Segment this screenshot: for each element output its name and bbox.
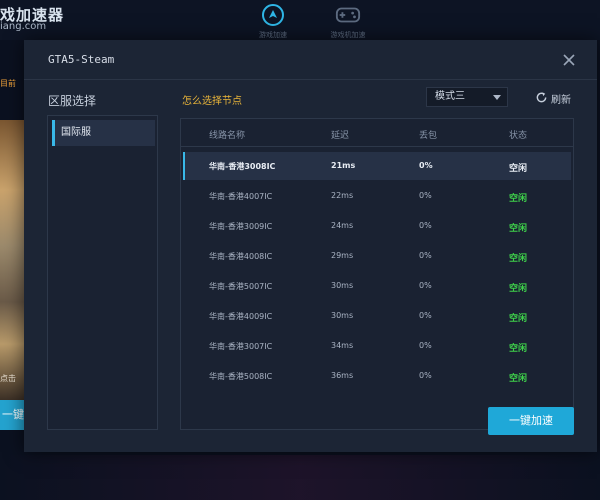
cell-packet-loss: 0% [419, 161, 433, 170]
refresh-icon [535, 89, 548, 108]
cell-latency: 36ms [331, 371, 354, 380]
cell-status: 空闲 [509, 284, 528, 294]
nav-label: 游戏加速 [259, 31, 287, 39]
one-click-accelerate-button[interactable]: 一键加速 [488, 407, 574, 435]
cell-status: 空闲 [509, 374, 528, 384]
cell-status: 空闲 [509, 254, 528, 264]
nav-label: 游戏机加速 [330, 31, 366, 39]
cell-status: 空闲 [509, 164, 528, 174]
dialog-title: GTA5-Steam [48, 53, 115, 66]
region-list: 国际服 [47, 115, 158, 430]
cell-latency: 21ms [331, 161, 356, 170]
table-header: 线路名称 延迟 丢包 状态 [181, 119, 573, 147]
table-row[interactable]: 华南-香港4009IC 30ms 0% 空闲 [183, 302, 571, 330]
cell-latency: 29ms [331, 251, 354, 260]
dialog-header: GTA5-Steam [24, 40, 597, 80]
node-table: 线路名称 延迟 丢包 状态 华南-香港3008IC 21ms 0% 空闲 华南-香港40… [180, 118, 574, 430]
close-icon[interactable] [562, 52, 576, 66]
background-notice-text: 目前 [0, 79, 16, 88]
cell-packet-loss: 0% [419, 221, 432, 230]
how-to-choose-node-link[interactable]: 怎么选择节点 [182, 92, 242, 107]
table-row[interactable]: 华南-香港4008IC 29ms 0% 空闲 [183, 242, 571, 270]
cell-latency: 24ms [331, 221, 354, 230]
column-header-loss: 丢包 [419, 131, 438, 141]
game-cover-image [0, 120, 24, 400]
cell-packet-loss: 0% [419, 311, 432, 320]
node-selection-dialog: GTA5-Steam 区服选择 国际服 怎么选择节点 模式三 刷新 线路名称 延… [24, 40, 597, 452]
cell-packet-loss: 0% [419, 341, 432, 350]
refresh-button[interactable]: 刷新 [535, 90, 571, 106]
table-row[interactable]: 华南-香港5008IC 36ms 0% 空闲 [183, 362, 571, 390]
cell-line-name: 华南-香港3007IC [209, 342, 273, 351]
cell-status: 空闲 [509, 194, 528, 204]
cell-line-name: 华南-香港5008IC [209, 372, 273, 381]
cell-latency: 34ms [331, 341, 354, 350]
column-header-status: 状态 [509, 131, 528, 141]
cell-line-name: 华南-香港4007IC [209, 192, 273, 201]
gamepad-icon [335, 2, 361, 28]
cell-line-name: 华南-香港4009IC [209, 312, 273, 321]
cell-packet-loss: 0% [419, 251, 432, 260]
cell-packet-loss: 0% [419, 371, 432, 380]
cell-latency: 30ms [331, 281, 354, 290]
table-row[interactable]: 华南-香港3007IC 34ms 0% 空闲 [183, 332, 571, 360]
table-row[interactable]: 华南-香港3008IC 21ms 0% 空闲 [183, 152, 571, 180]
cell-latency: 30ms [331, 311, 354, 320]
cell-status: 空闲 [509, 224, 528, 234]
chevron-down-icon [493, 95, 501, 100]
region-item-international[interactable]: 国际服 [52, 120, 155, 146]
nav-console-accelerate[interactable]: 游戏机加速 [323, 2, 373, 40]
table-row[interactable]: 华南-香港5007IC 30ms 0% 空闲 [183, 272, 571, 300]
cell-line-name: 华南-香港3008IC [209, 162, 276, 171]
background-caption: 点击 [0, 374, 16, 383]
rocket-icon [260, 2, 286, 28]
mode-select[interactable]: 模式三 [426, 87, 508, 107]
nav-game-accelerate[interactable]: 游戏加速 [248, 2, 298, 40]
refresh-label: 刷新 [551, 94, 571, 106]
region-section-title: 区服选择 [48, 94, 97, 108]
cell-status: 空闲 [509, 314, 528, 324]
cell-latency: 22ms [331, 191, 354, 200]
cell-line-name: 华南-香港3009IC [209, 222, 273, 231]
cell-line-name: 华南-香港4008IC [209, 252, 273, 261]
background-accelerate-button[interactable]: 一键 [0, 400, 24, 430]
cell-line-name: 华南-香港5007IC [209, 282, 273, 291]
column-header-name: 线路名称 [209, 131, 246, 141]
app-logo-url: iang.com [0, 21, 47, 32]
column-header-latency: 延迟 [331, 131, 350, 141]
app-top-bar: 戏加速器 iang.com 游戏加速 游戏机加速 [0, 0, 600, 40]
cell-packet-loss: 0% [419, 281, 432, 290]
table-row[interactable]: 华南-香港3009IC 24ms 0% 空闲 [183, 212, 571, 240]
cell-packet-loss: 0% [419, 191, 432, 200]
table-row[interactable]: 华南-香港4007IC 22ms 0% 空闲 [183, 182, 571, 210]
mode-select-value: 模式三 [435, 91, 465, 102]
cell-status: 空闲 [509, 344, 528, 354]
background-footer [0, 455, 600, 500]
